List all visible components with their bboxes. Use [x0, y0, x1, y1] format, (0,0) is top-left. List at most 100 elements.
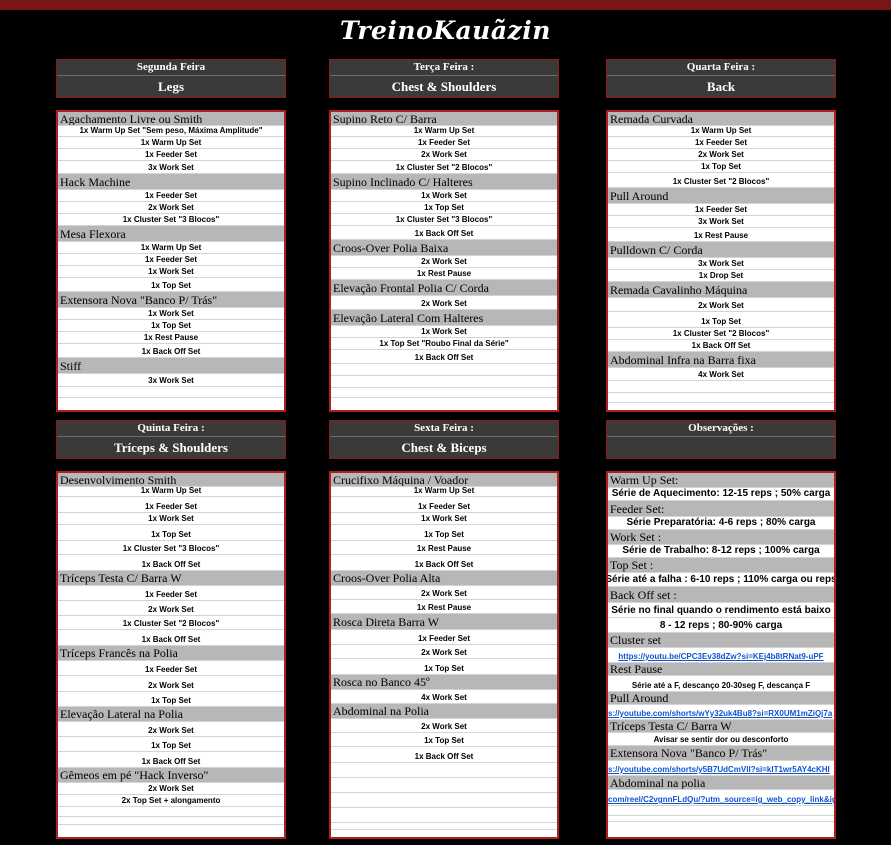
- set-row: 3x Work Set: [58, 374, 284, 387]
- exercise-name-row: Pulldown C/ Corda: [608, 242, 834, 258]
- exercise-name-row: Extensora Nova "Banco P/ Trás": [58, 292, 284, 308]
- muscle-group-label: Tríceps & Shoulders: [57, 437, 285, 458]
- set-row: 2x Work Set: [608, 149, 834, 161]
- tuesday-column: Terça Feira : Chest & Shoulders: [329, 59, 559, 98]
- monday-header: Segunda Feira Legs: [56, 59, 286, 98]
- set-row: [331, 808, 557, 823]
- set-row: 1x Work Set: [331, 190, 557, 202]
- set-row: 1x Back Off Set: [58, 630, 284, 646]
- observations-column: Observações :: [606, 420, 836, 459]
- set-row: 1x Rest Pause: [58, 332, 284, 344]
- set-row: 1x Warm Up Set: [608, 126, 834, 137]
- exercise-name-row: Top Set :: [608, 558, 834, 573]
- set-row: 1x Top Set: [331, 525, 557, 541]
- set-row: 1x Cluster Set "2 Blocos": [331, 161, 557, 174]
- day-label: Quarta Feira :: [607, 60, 835, 76]
- set-row: 1x Top Set: [608, 161, 834, 173]
- set-row: [331, 763, 557, 778]
- set-row: 2x Work Set: [331, 645, 557, 659]
- exercise-name-row: Abdominal Infra na Barra fixa: [608, 352, 834, 368]
- set-row: [58, 817, 284, 825]
- friday-column: Sexta Feira : Chest & Biceps: [329, 420, 559, 459]
- set-row: 2x Top Set + alongamento: [58, 795, 284, 807]
- exercise-name-row: Tríceps Testa C/ Barra W: [58, 571, 284, 586]
- exercise-name-row: Gêmeos em pé "Hack Inverso": [58, 768, 284, 783]
- set-row: Série até a falha : 6-10 reps ; 110% car…: [608, 573, 834, 587]
- set-row: 1x Back Off Set: [58, 555, 284, 571]
- set-row: 3x Work Set: [608, 258, 834, 270]
- exercise-name-row: Back Off set :: [608, 587, 834, 603]
- set-row: 1x Feeder Set: [331, 137, 557, 149]
- set-row: Série no final quando o rendimento está …: [608, 603, 834, 618]
- set-row: 1x Cluster Set "2 Blocos": [58, 616, 284, 630]
- set-row: 1x Back Off Set: [58, 344, 284, 358]
- set-row: [608, 393, 834, 403]
- exercise-name-row: Elevação Frontal Polia C/ Corda: [331, 280, 557, 296]
- set-row: 1x Work Set: [58, 513, 284, 525]
- set-row: 1x Top Set: [58, 737, 284, 752]
- set-row: 1x Warm Up Set: [58, 137, 284, 149]
- wednesday-column: Quarta Feira : Back: [606, 59, 836, 98]
- exercise-name-row: Feeder Set:: [608, 501, 834, 517]
- set-row: 1x Rest Pause: [331, 268, 557, 280]
- set-row: 1x Feeder Set: [58, 254, 284, 266]
- wednesday-table: Remada Curvada 1x Warm Up Set 1x Feeder Se…: [606, 110, 836, 412]
- set-row: 1x Cluster Set "2 Blocos": [608, 173, 834, 188]
- set-row: 1x Warm Up Set: [58, 242, 284, 254]
- set-row: 1x Cluster Set "2 Blocos": [608, 328, 834, 340]
- observations-header: Observações :: [606, 420, 836, 459]
- set-row: 1x Top Set: [608, 312, 834, 328]
- page-title: TreinoKauãzin: [340, 16, 551, 45]
- muscle-group-label: Chest & Shoulders: [330, 76, 558, 97]
- monday-column: Segunda Feira Legs: [56, 59, 286, 98]
- set-row: [58, 807, 284, 817]
- set-row: 1x Work Set: [331, 326, 557, 338]
- set-row: 1x Warm Up Set: [331, 487, 557, 497]
- video-link[interactable]: com/reel/C2vgnnFLdQu/?utm_source=ig_web_…: [608, 790, 834, 806]
- set-row: 1x Back Off Set: [331, 226, 557, 240]
- exercise-name-row: Elevação Lateral na Polia: [58, 707, 284, 722]
- exercise-name-row: Abdominal na Polia: [331, 704, 557, 719]
- set-row: 1x Top Set: [331, 659, 557, 675]
- exercise-name-row: Remada Curvada: [608, 112, 834, 126]
- set-row: 1x Work Set: [58, 308, 284, 320]
- exercise-name-row: Desenvolvimento Smith: [58, 473, 284, 487]
- exercise-name-row: Abdominal na polia: [608, 776, 834, 790]
- muscle-group-label: Chest & Biceps: [330, 437, 558, 458]
- thursday-header: Quinta Feira : Tríceps & Shoulders: [56, 420, 286, 459]
- set-row: 2x Work Set: [58, 202, 284, 214]
- friday-header: Sexta Feira : Chest & Biceps: [329, 420, 559, 459]
- set-row: [331, 364, 557, 376]
- video-link[interactable]: s://youtube.com/shorts/wYy32uk4Bu8?si=RX…: [608, 705, 834, 720]
- set-row: 2x Work Set: [58, 601, 284, 616]
- video-link[interactable]: s://youtube.com/shorts/y5B7UdCmVlI?si=kI…: [608, 761, 834, 776]
- exercise-name-row: Mesa Flexora: [58, 226, 284, 242]
- set-row: Série até a F, descanço 20-30seg F, desc…: [608, 676, 834, 692]
- set-row: 1x Work Set: [331, 513, 557, 525]
- thursday-column: Quinta Feira : Tríceps & Shoulders: [56, 420, 286, 459]
- set-row: 1x Top Set: [331, 202, 557, 214]
- exercise-name-row: Rosca no Banco 45º: [331, 675, 557, 690]
- set-row: 1x Feeder Set: [58, 497, 284, 513]
- observations-table: Warm Up Set: Série de Aquecimento: 12-15 …: [606, 471, 836, 839]
- exercise-name-row: Elevação Lateral Com Halteres: [331, 310, 557, 326]
- set-row: 3x Work Set: [58, 161, 284, 174]
- top-accent-bar: [0, 0, 891, 10]
- set-row: 8 - 12 reps ; 80-90% carga: [608, 618, 834, 633]
- set-row: 2x Work Set: [331, 719, 557, 733]
- exercise-name-row: Croos-Over Polia Alta: [331, 571, 557, 586]
- exercise-name-row: Tríceps Testa C/ Barra W: [608, 720, 834, 733]
- day-label: Segunda Feira: [57, 60, 285, 76]
- set-row: 2x Work Set: [331, 256, 557, 268]
- set-row: [331, 793, 557, 808]
- day-label: Observações :: [607, 421, 835, 437]
- set-row: 2x Work Set: [608, 298, 834, 312]
- set-row: 1x Feeder Set: [331, 630, 557, 645]
- set-row: 1x Warm Up Set: [331, 126, 557, 137]
- set-row: 1x Back Off Set: [331, 747, 557, 763]
- tuesday-header: Terça Feira : Chest & Shoulders: [329, 59, 559, 98]
- video-link[interactable]: https://youtu.be/CPC3Ev38dZw?si=KEj4b8tR…: [608, 648, 834, 663]
- set-row: 1x Feeder Set: [58, 190, 284, 202]
- exercise-name-row: Hack Machine: [58, 174, 284, 190]
- exercise-name-row: Remada Cavalinho Máquina: [608, 282, 834, 298]
